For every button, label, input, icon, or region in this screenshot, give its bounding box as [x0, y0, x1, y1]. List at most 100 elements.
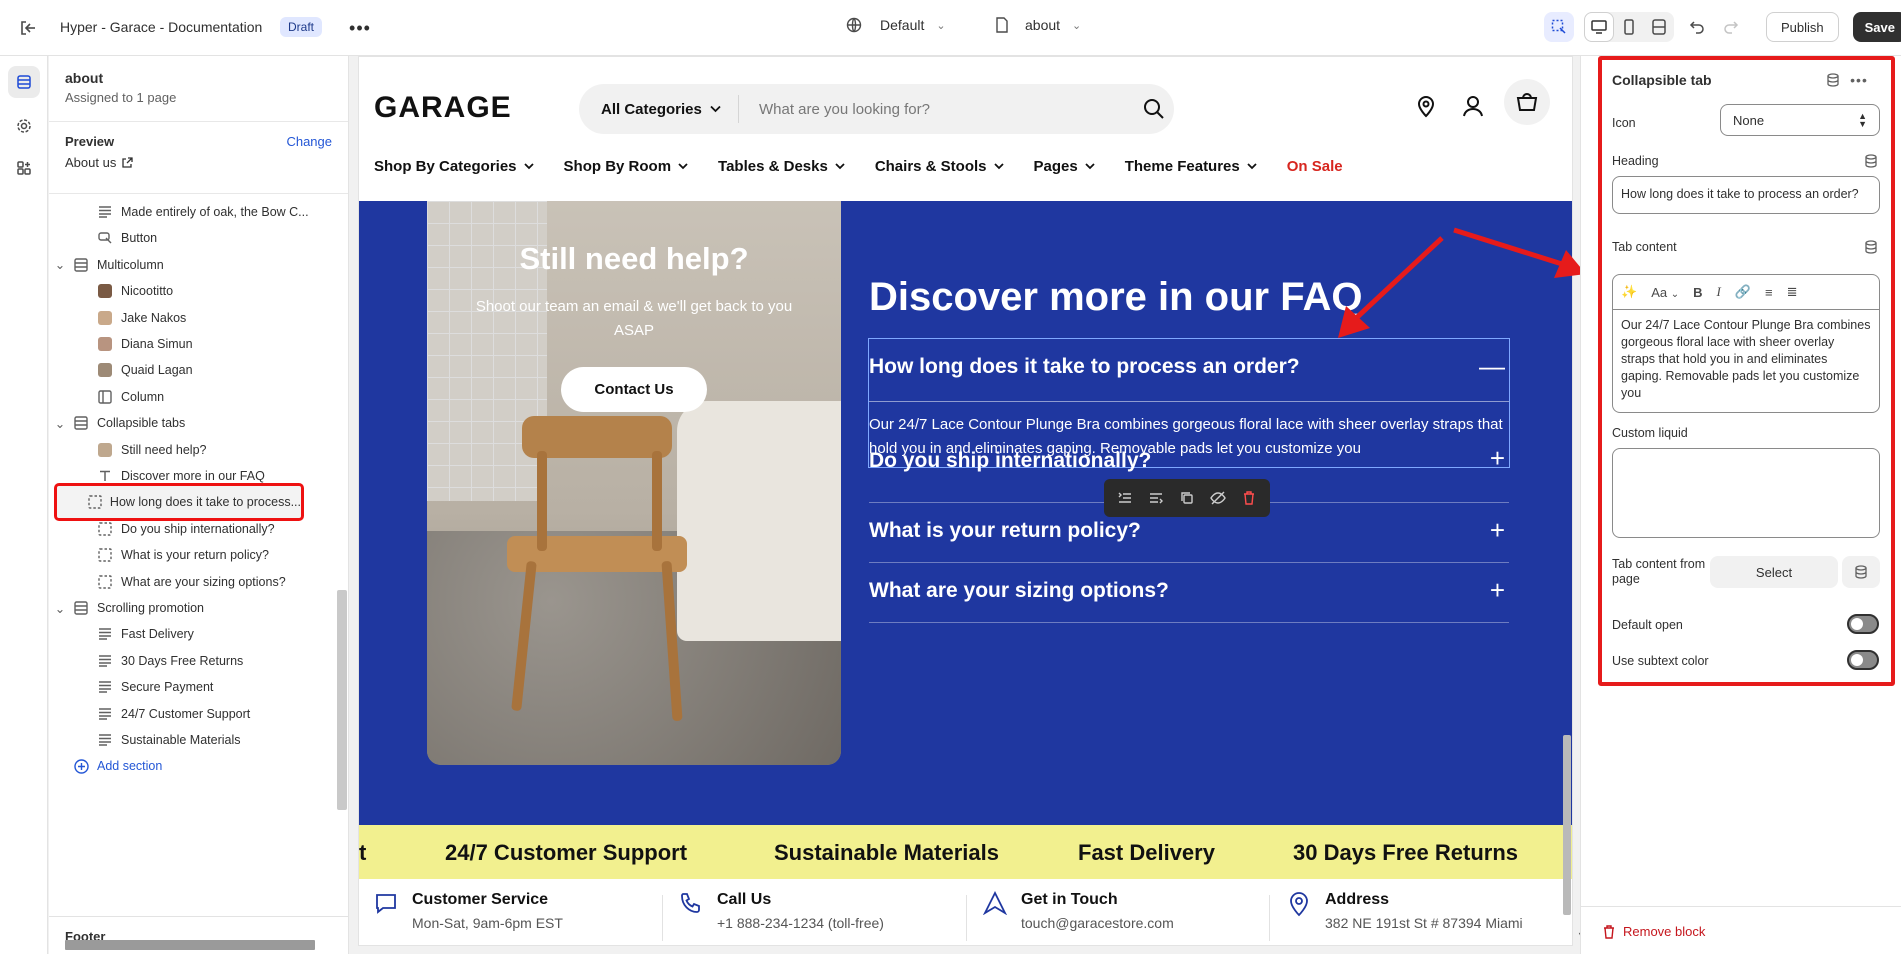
editor-topbar: Hyper - Garace - Documentation Draft •••…	[0, 0, 1901, 56]
nav-item[interactable]: Shop By Room	[564, 158, 689, 175]
help-card[interactable]: Still need help? Shoot our team an email…	[427, 201, 841, 765]
numbered-list-icon[interactable]: ≣	[1787, 284, 1798, 300]
tab-content-editor[interactable]: Our 24/7 Lace Contour Plunge Bra combine…	[1612, 309, 1880, 413]
block-icon	[97, 521, 113, 537]
add-section-button[interactable]: Add section	[53, 750, 162, 782]
chevron-down-icon[interactable]: ⌄	[53, 416, 67, 431]
plus-icon[interactable]: +	[1490, 515, 1505, 546]
block-title: Collapsible tab	[1612, 72, 1712, 88]
heading-input[interactable]: How long does it take to process an orde…	[1612, 176, 1880, 214]
inspector-icon[interactable]	[1544, 12, 1574, 42]
canvas-scrollbar[interactable]	[1563, 735, 1571, 915]
heading-label: Heading	[1612, 154, 1659, 168]
tab-content-from-page-label: Tab content from page	[1612, 557, 1706, 586]
link-icon[interactable]: 🔗	[1735, 284, 1751, 300]
desktop-view-icon[interactable]	[1584, 12, 1614, 42]
nav-item[interactable]: Chairs & Stools	[875, 158, 1004, 175]
account-icon[interactable]	[1462, 95, 1484, 120]
default-open-toggle[interactable]	[1847, 614, 1879, 634]
section-tree-label: Collapsible tabs	[97, 416, 186, 431]
rich-text-toolbar: ✨ Aa ⌄ B I 🔗 ≡ ≣	[1612, 274, 1880, 310]
search-icon[interactable]	[1134, 98, 1174, 120]
sidebar-scrollbar[interactable]	[337, 590, 347, 810]
contact-us-button[interactable]: Contact Us	[561, 367, 707, 412]
database-icon[interactable]	[1862, 238, 1880, 256]
search-category-select[interactable]: All Categories	[579, 95, 739, 123]
italic-icon[interactable]: I	[1717, 284, 1721, 300]
promo-item: Sustainable Materials	[774, 840, 999, 865]
bullet-list-icon[interactable]: ≡	[1765, 285, 1773, 300]
remove-block-button[interactable]: Remove block	[1603, 924, 1705, 939]
search-placeholder[interactable]: What are you looking for?	[739, 101, 1134, 118]
redo-icon[interactable]	[1716, 12, 1746, 42]
section-tree-label: Diana Simun	[121, 337, 193, 351]
nav-item-label: Shop By Categories	[374, 158, 517, 175]
nav-item[interactable]: Theme Features	[1125, 158, 1257, 175]
search-category-label: All Categories	[601, 100, 702, 118]
cart-icon[interactable]	[1504, 79, 1550, 125]
preview-page-link[interactable]: About us	[65, 155, 332, 170]
nav-item[interactable]: Shop By Categories	[374, 158, 534, 175]
plus-icon[interactable]: +	[1490, 443, 1505, 474]
trash-icon[interactable]	[1237, 486, 1261, 510]
sections-sidebar: about Assigned to 1 page Preview Change …	[49, 56, 349, 954]
publish-button[interactable]: Publish	[1766, 12, 1839, 42]
info-title: Get in Touch	[1021, 891, 1118, 908]
select-page-button[interactable]: Select	[1710, 556, 1838, 588]
bold-icon[interactable]: B	[1693, 285, 1702, 300]
theme-title: Hyper - Garace - Documentation	[60, 19, 263, 35]
minus-icon[interactable]: —	[1479, 351, 1505, 382]
nav-item-label: Shop By Room	[563, 158, 672, 175]
change-preview-link[interactable]: Change	[286, 134, 332, 149]
section-tree-label: 24/7 Customer Support	[121, 706, 251, 721]
nav-item[interactable]: Tables & Desks	[718, 158, 845, 175]
undo-icon[interactable]	[1682, 12, 1712, 42]
duplicate-icon[interactable]	[1175, 486, 1199, 510]
info-separator	[1269, 895, 1270, 941]
scrolling-promotion[interactable]: t 24/7 Customer Support Sustainable Mate…	[359, 825, 1572, 879]
block-icon	[97, 574, 113, 590]
faq-item[interactable]: What are your sizing options? +	[869, 563, 1509, 623]
more-options-icon[interactable]: •••	[1850, 71, 1868, 89]
fullscreen-view-icon[interactable]	[1644, 12, 1674, 42]
subtext-color-toggle[interactable]	[1847, 650, 1879, 670]
custom-liquid-textarea[interactable]	[1612, 448, 1880, 538]
database-icon[interactable]	[1842, 556, 1880, 588]
store-logo[interactable]: GARAGE	[374, 91, 512, 125]
icon-select[interactable]: None ▲ ▼	[1720, 104, 1880, 136]
font-menu[interactable]: Aa ⌄	[1651, 285, 1679, 300]
chevron-down-icon[interactable]: ⌄	[53, 257, 67, 272]
hide-eye-icon[interactable]	[1206, 486, 1230, 510]
location-pin-icon[interactable]	[1416, 94, 1436, 121]
sections-icon[interactable]	[8, 66, 40, 98]
nav-item[interactable]: Pages	[1034, 158, 1095, 175]
faq-divider	[869, 401, 1509, 402]
nav-item[interactable]: On Sale	[1287, 158, 1343, 175]
mobile-view-icon[interactable]	[1614, 12, 1644, 42]
text-lines-icon	[97, 706, 113, 722]
plus-icon[interactable]: +	[1490, 575, 1505, 606]
save-button[interactable]: Save	[1852, 12, 1901, 42]
chevron-down-icon[interactable]: ⌄	[53, 601, 67, 616]
store-search[interactable]: All Categories What are you looking for?	[579, 84, 1174, 134]
store-header: GARAGE All Categories What are you looki…	[359, 57, 1572, 201]
page-selector[interactable]: about ⌄	[995, 17, 1081, 33]
template-assignment: Assigned to 1 page	[65, 90, 177, 105]
move-up-icon[interactable]	[1113, 486, 1137, 510]
section-tree-label: Jake Nakos	[121, 310, 187, 325]
icon-select-value: None	[1733, 112, 1765, 128]
database-icon[interactable]	[1824, 71, 1842, 89]
settings-icon[interactable]	[8, 110, 40, 142]
magic-wand-icon[interactable]: ✨	[1621, 284, 1637, 300]
sidebar-horizontal-scrollbar[interactable]	[65, 940, 315, 950]
info-title: Customer Service	[412, 891, 549, 908]
page-icon	[996, 17, 1008, 33]
exit-icon[interactable]	[16, 16, 40, 40]
database-icon[interactable]	[1862, 152, 1880, 170]
collapsible-tabs-section[interactable]: Still need help? Shoot our team an email…	[359, 201, 1572, 825]
apps-icon[interactable]	[8, 152, 40, 184]
move-down-icon[interactable]	[1144, 486, 1168, 510]
subtext-color-label: Use subtext color	[1612, 654, 1709, 668]
more-options-icon[interactable]: •••	[348, 16, 372, 40]
theme-selector[interactable]: Default ⌄	[846, 17, 946, 33]
